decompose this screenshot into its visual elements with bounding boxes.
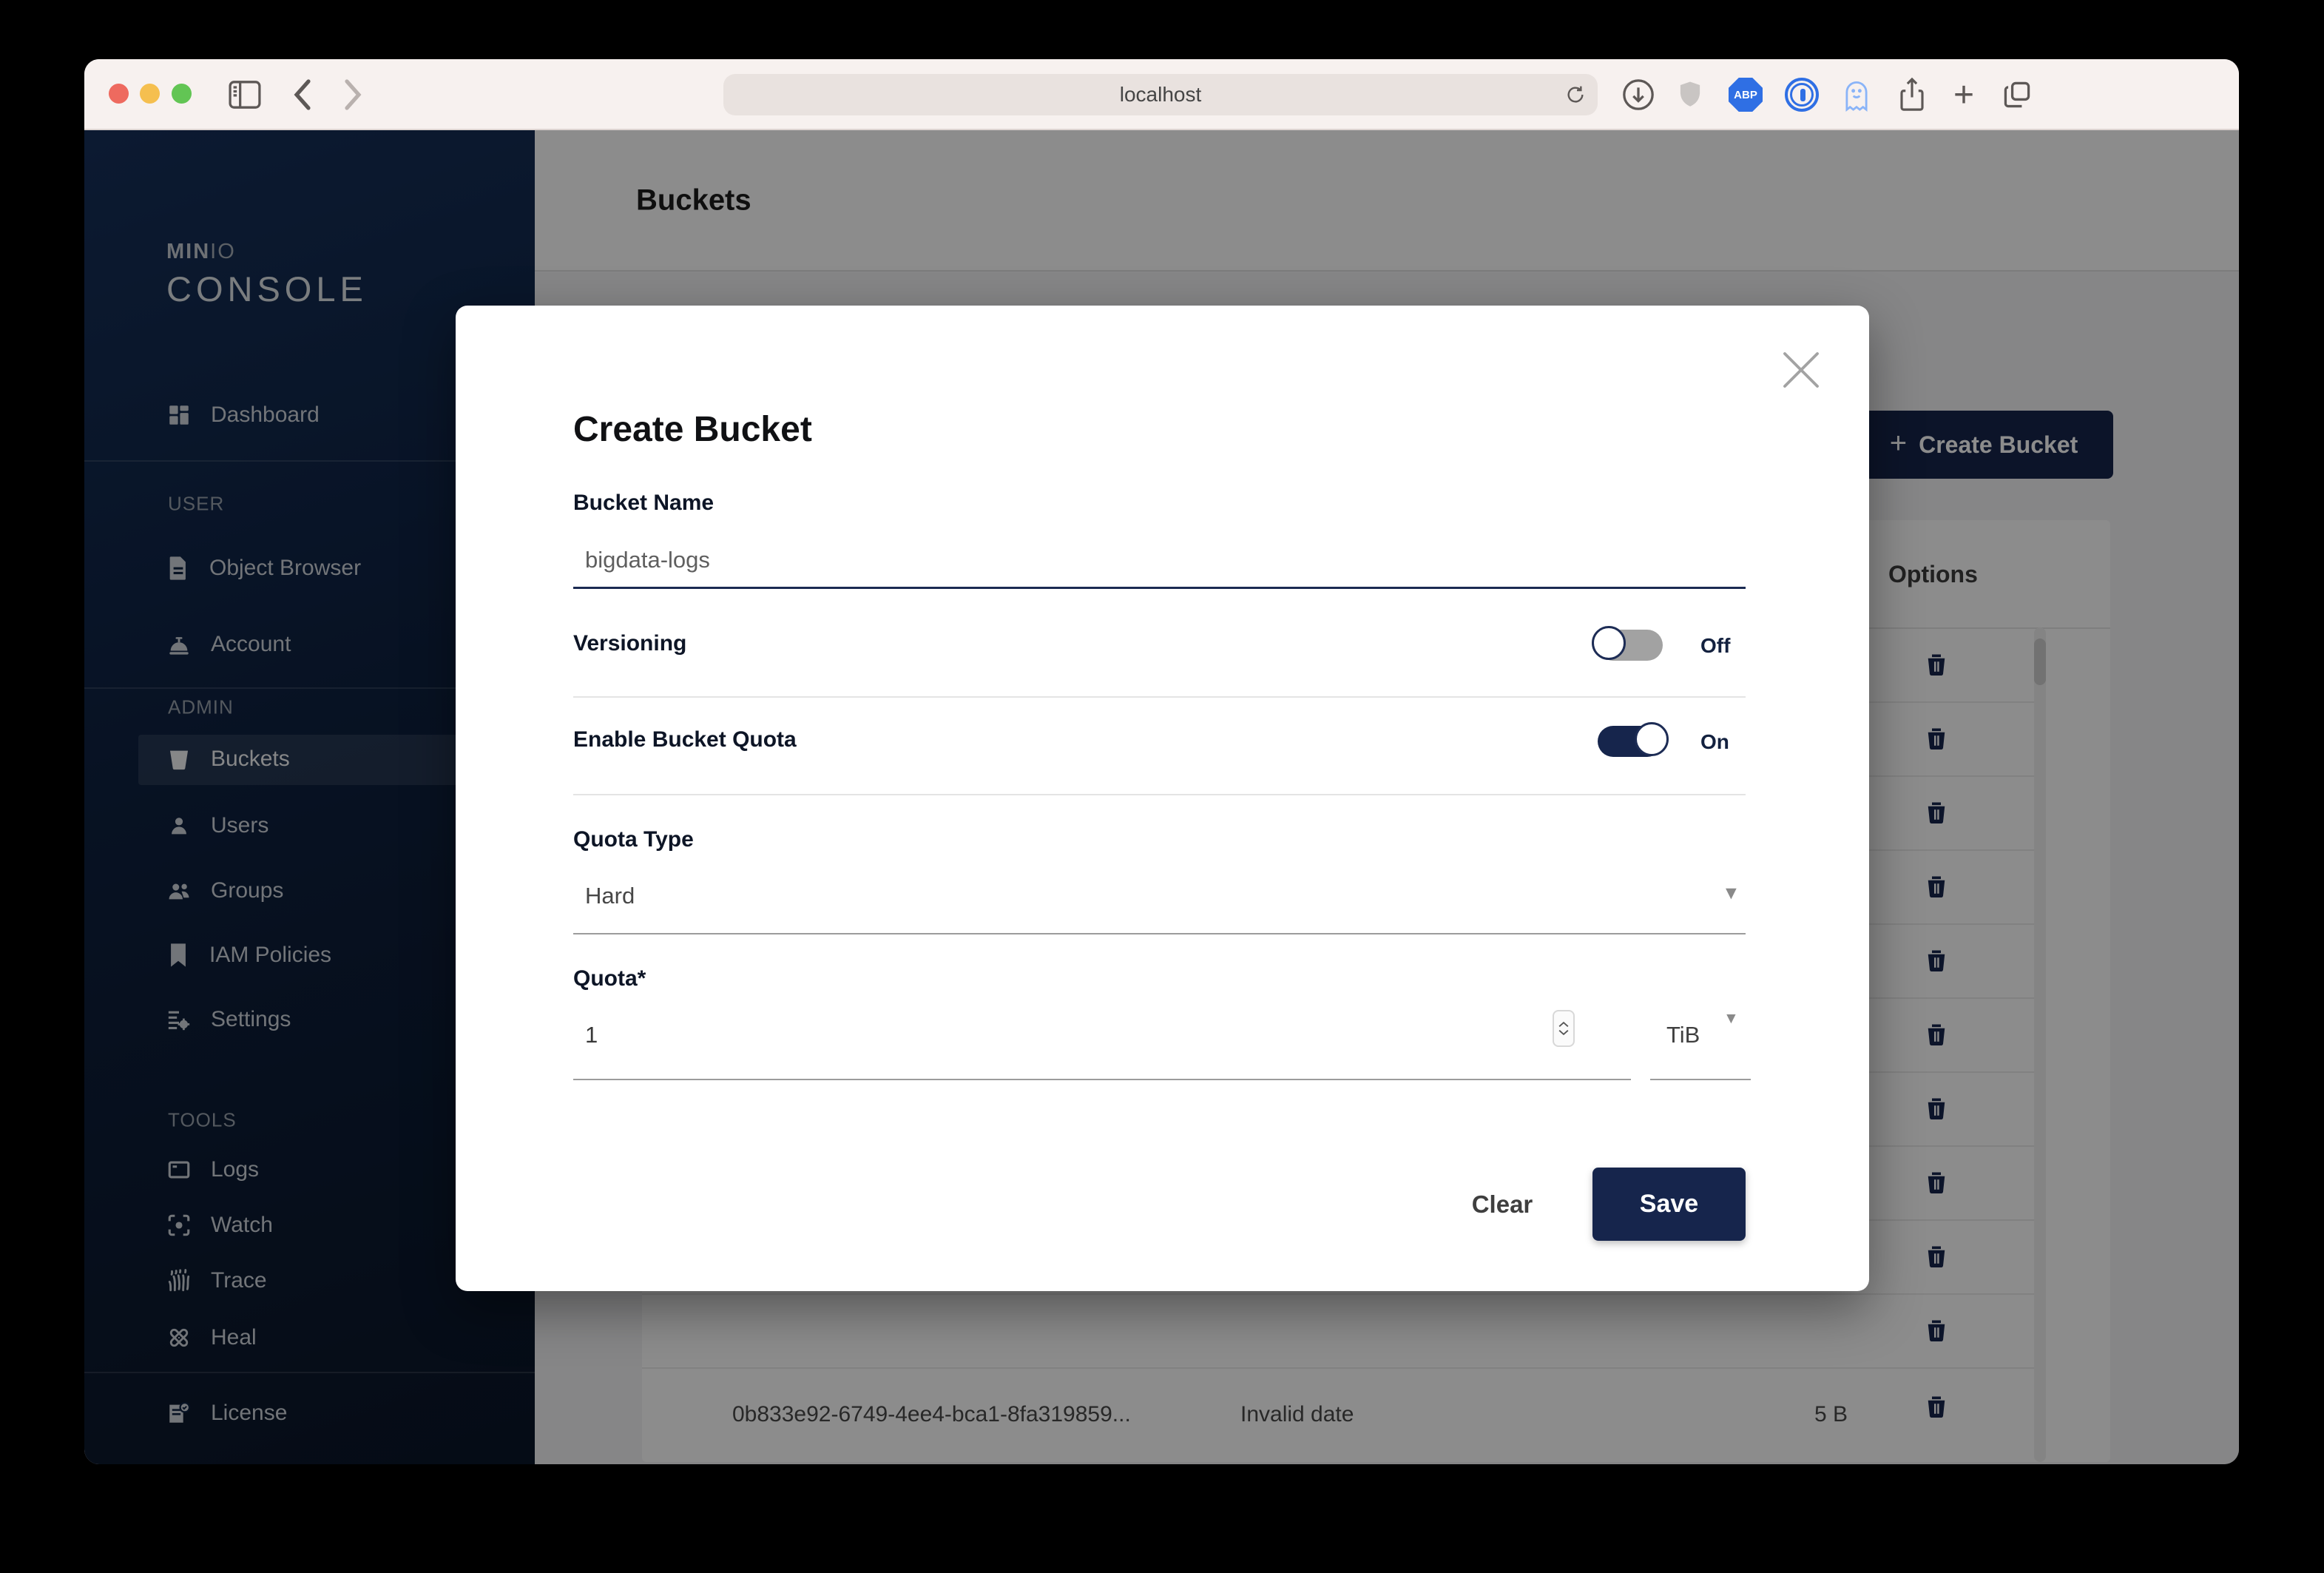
field-divider [573, 696, 1746, 698]
forward-button[interactable] [334, 75, 372, 114]
toggle-knob [1592, 626, 1626, 660]
sidebar-toggle-icon[interactable] [226, 75, 264, 114]
versioning-label: Versioning [573, 631, 687, 656]
chevron-down-icon[interactable]: ▼ [1722, 883, 1740, 904]
address-bar[interactable]: localhost [723, 74, 1598, 115]
save-button[interactable]: Save [1592, 1168, 1746, 1241]
quota-label: Quota* [573, 966, 646, 991]
shield-icon[interactable] [1671, 75, 1709, 114]
ghostery-icon[interactable] [1837, 75, 1876, 114]
quota-type-label: Quota Type [573, 827, 694, 852]
enable-quota-state: On [1700, 730, 1729, 753]
close-icon[interactable] [1777, 346, 1825, 394]
enable-quota-toggle[interactable] [1598, 722, 1669, 757]
versioning-state: Off [1700, 634, 1731, 657]
quantity-stepper[interactable] [1553, 1010, 1575, 1047]
quota-underline [573, 1079, 1631, 1080]
bucket-name-input[interactable]: bigdata-logs [585, 547, 710, 573]
enable-quota-label: Enable Bucket Quota [573, 727, 797, 752]
new-tab-icon[interactable]: + [1945, 75, 1983, 115]
onepassword-icon[interactable] [1783, 75, 1821, 114]
create-bucket-modal: Create Bucket Bucket Name bigdata-logs V… [456, 306, 1869, 1291]
reload-icon[interactable] [1564, 83, 1587, 112]
toggle-knob [1635, 722, 1669, 756]
bucket-name-label: Bucket Name [573, 491, 715, 515]
window-close-button[interactable] [109, 84, 129, 104]
clear-button[interactable]: Clear [1447, 1179, 1558, 1230]
chevron-down-icon[interactable]: ▼ [1723, 1010, 1739, 1028]
versioning-toggle[interactable] [1592, 626, 1663, 661]
adblock-plus-icon[interactable]: ABP [1726, 75, 1765, 114]
quota-type-select[interactable]: Hard [585, 883, 635, 909]
field-divider [573, 794, 1746, 795]
browser-chrome: localhost ABP + [84, 59, 2239, 130]
quota-unit-underline [1650, 1079, 1751, 1080]
share-icon[interactable] [1893, 75, 1931, 114]
window-minimize-button[interactable] [140, 84, 160, 104]
quota-type-underline [573, 933, 1746, 934]
modal-title: Create Bucket [573, 410, 812, 449]
address-bar-url: localhost [1119, 83, 1202, 106]
back-button[interactable] [283, 75, 322, 114]
quota-unit-select[interactable]: TiB [1666, 1022, 1700, 1048]
browser-window: localhost ABP + MINIO CONSOLE Dashboard … [84, 59, 2239, 1464]
download-icon[interactable] [1619, 75, 1658, 114]
quota-input[interactable]: 1 [585, 1022, 598, 1048]
bucket-name-underline [573, 587, 1746, 589]
window-zoom-button[interactable] [172, 84, 192, 104]
tab-overview-icon[interactable] [1998, 75, 2036, 114]
